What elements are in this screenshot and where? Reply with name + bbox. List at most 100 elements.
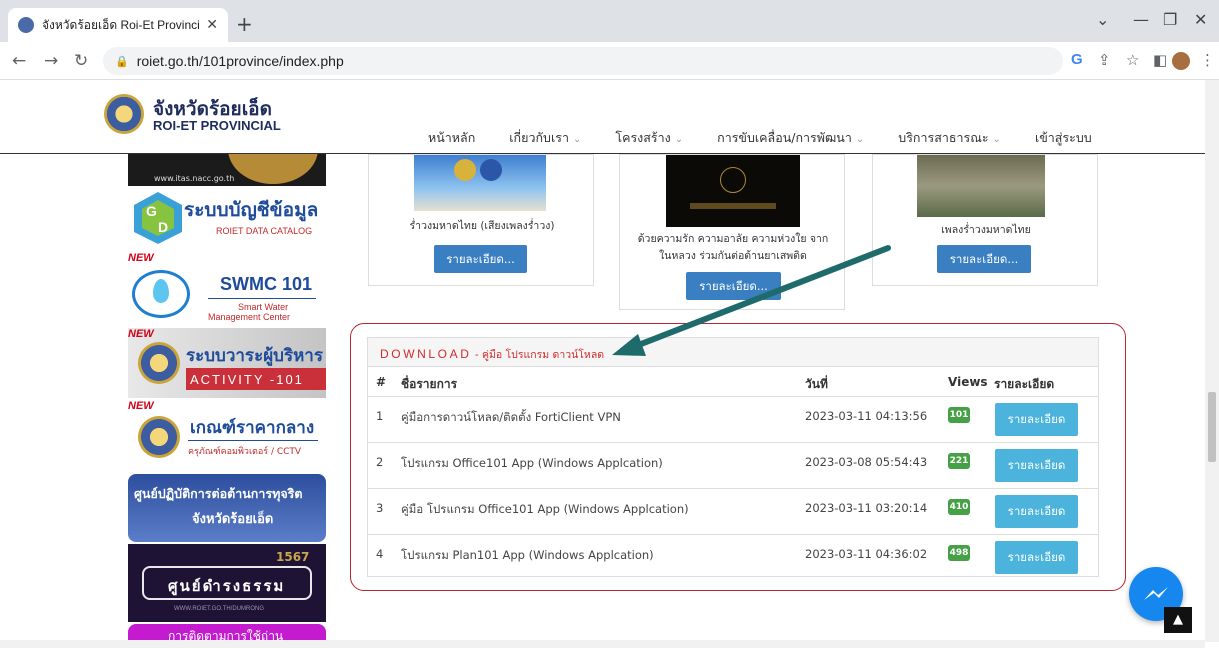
swmc-sub2: Management Center (208, 312, 291, 322)
gd-title: ระบบบัญชีข้อมูล (184, 199, 319, 221)
row-detail-button[interactable]: รายละเอียด (995, 541, 1078, 574)
scroll-to-top-button[interactable]: ▲ (1164, 607, 1192, 633)
chevron-down-icon: ⌄ (674, 134, 684, 145)
menu-label: เข้าสู่ระบบ (1034, 130, 1092, 145)
menu-label: บริการสาธารณะ (898, 130, 989, 145)
page-viewport: www.itas.nacc.go.th G D ระบบบัญชีข้อมูล … (0, 80, 1205, 642)
anti-title-1: ศูนย์ปฏิบัติการต่อต้านการทุจริต (134, 486, 303, 501)
dam-url: WWW.ROIET.GO.TH/DUMRONG (174, 606, 264, 612)
bookmark-star-icon[interactable]: ☆ (1126, 51, 1139, 69)
price-title: เกณฑ์ราคากลาง (190, 418, 315, 438)
row-num: 4 (376, 547, 384, 561)
lock-icon: 🔒 (115, 55, 129, 68)
row-date: 2023-03-11 03:20:14 (805, 501, 928, 515)
menu-item-home[interactable]: หน้าหลัก (428, 128, 475, 148)
download-heading-title: DOWNLOAD (380, 347, 472, 361)
card-detail-button[interactable]: รายละเอียด... (434, 245, 527, 273)
browser-tab-bar: จังหวัดร้อยเอ็ด Roi-Et Provincial ✕ + ⌄ … (0, 0, 1219, 42)
card-caption: ร่ำวงมหาดไทย (เสียงเพลงร่ำวง) (409, 220, 555, 232)
minimize-icon[interactable]: — (1133, 10, 1149, 29)
restore-icon[interactable]: ❐ (1163, 10, 1177, 29)
row-date: 2023-03-11 04:36:02 (805, 547, 928, 561)
data-catalog-banner[interactable]: G D ระบบบัญชีข้อมูล ROIET DATA CATALOG (128, 190, 326, 245)
swmc-sub1: Smart Water (238, 302, 289, 312)
menu-label: เกี่ยวกับเรา (509, 130, 569, 145)
vertical-scrollbar[interactable] (1205, 80, 1219, 642)
row-date: 2023-03-08 05:54:43 (805, 455, 928, 469)
menu-item-login[interactable]: เข้าสู่ระบบ (1035, 128, 1092, 148)
back-icon[interactable]: ← (12, 51, 26, 71)
anti-corruption-banner[interactable]: ศูนย์ปฏิบัติการต่อต้านการทุจริต จังหวัดร… (128, 474, 326, 542)
itas-banner[interactable]: www.itas.nacc.go.th (128, 154, 326, 186)
row-detail-button[interactable]: รายละเอียด (995, 403, 1078, 436)
download-panel: DOWNLOAD - คู่มือ โปรแกรม ดาวน์โหลด # ชื… (367, 337, 1099, 577)
close-tab-icon[interactable]: ✕ (206, 17, 218, 33)
province-seal-logo-icon[interactable] (104, 94, 144, 134)
horizontal-scrollbar[interactable] (0, 640, 1205, 648)
province-seal-icon (138, 342, 180, 384)
video-thumbnail[interactable] (414, 155, 546, 211)
col-date: วันที่ (805, 377, 828, 391)
gd-subtitle: ROIET DATA CATALOG (216, 226, 313, 236)
new-tag: NEW (128, 252, 154, 264)
main-menu: หน้าหลัก เกี่ยวกับเรา ⌄ โครงสร้าง ⌄ การขับ… (428, 128, 1126, 148)
table-row: 2 โปรแกรม Office101 App (Windows Applcat… (368, 442, 1098, 488)
new-tag: NEW (128, 328, 154, 340)
chevron-down-icon: ⌄ (992, 134, 1001, 145)
tab-title: จังหวัดร้อยเอ็ด Roi-Et Provincial (42, 17, 201, 32)
menu-item-about[interactable]: เกี่ยวกับเรา ⌄ (509, 128, 581, 148)
reload-icon[interactable]: ↻ (74, 51, 88, 71)
table-row: 1 คู่มือการดาวน์โหลด/ติดตั้ง FortiClient… (368, 396, 1098, 442)
row-num: 3 (376, 501, 384, 515)
new-tab-button[interactable]: + (236, 12, 253, 36)
browser-tab[interactable]: จังหวัดร้อยเอ็ด Roi-Et Provincial ✕ (8, 8, 228, 42)
row-detail-button[interactable]: รายละเอียด (995, 449, 1078, 482)
site-title-en[interactable]: ROI-ET PROVINCIAL (153, 118, 281, 133)
new-tag: NEW (128, 400, 154, 412)
table-row: 4 โปรแกรม Plan101 App (Windows Applcatio… (368, 534, 1098, 580)
col-detail: รายละเอียด (994, 377, 1055, 391)
profile-avatar[interactable] (1172, 52, 1190, 70)
row-name: คู่มือ โปรแกรม Office101 App (Windows Ap… (401, 502, 689, 516)
share-icon[interactable]: ⇪ (1098, 51, 1111, 69)
chevron-down-icon: ⌄ (855, 134, 865, 145)
views-badge: 221 (948, 453, 970, 469)
row-name: โปรแกรม Office101 App (Windows Applcatio… (401, 456, 663, 470)
tab-search-icon[interactable]: ⌄ (1096, 10, 1109, 29)
dumrong-banner[interactable]: 1567 ศูนย์ดำรงธรรม WWW.ROIET.GO.TH/DUMRO… (128, 544, 326, 622)
svg-text:D: D (158, 219, 168, 235)
row-detail-button[interactable]: รายละเอียด (995, 495, 1078, 528)
video-thumbnail[interactable] (666, 155, 800, 227)
forward-icon[interactable]: → (44, 51, 58, 71)
scrollbar-thumb[interactable] (1208, 392, 1216, 462)
ceo-agenda-banner[interactable]: NEW ระบบวาระผู้บริหาร ACTIVITY -101 (128, 328, 326, 398)
views-badge: 498 (948, 545, 970, 561)
water-drop-icon (132, 270, 190, 318)
province-seal-icon (138, 416, 180, 458)
download-heading-sub: - คู่มือ โปรแกรม ดาวน์โหลด (471, 349, 605, 361)
side-panel-icon[interactable]: ◧ (1153, 51, 1167, 69)
google-translate-icon[interactable]: G (1071, 51, 1083, 68)
card-detail-button[interactable]: รายละเอียด... (937, 245, 1031, 273)
row-name: โปรแกรม Plan101 App (Windows Applcation) (401, 548, 654, 562)
menu-item-structure[interactable]: โครงสร้าง ⌄ (615, 128, 683, 148)
views-badge: 101 (948, 407, 970, 423)
median-price-banner[interactable]: NEW เกณฑ์ราคากลาง ครุภัณฑ์คอมพิวเตอร์ / … (128, 400, 326, 470)
url-input[interactable]: 🔒 roiet.go.th/101province/index.php (103, 47, 1063, 75)
dam-hotline: 1567 (276, 550, 310, 564)
menu-label: หน้าหลัก (428, 130, 476, 145)
ceo-subtitle: ACTIVITY -101 (190, 372, 304, 387)
video-thumbnail[interactable] (917, 155, 1045, 217)
close-window-icon[interactable]: ✕ (1194, 10, 1207, 29)
swmc-banner[interactable]: NEW SWMC 101 Smart Water Management Cent… (128, 252, 326, 330)
chevron-down-icon: ⌄ (572, 134, 582, 145)
menu-label: โครงสร้าง (615, 130, 671, 145)
site-favicon-icon (18, 17, 34, 33)
menu-item-development[interactable]: การขับเคลื่อน/การพัฒนา ⌄ (717, 128, 864, 148)
menu-kebab-icon[interactable]: ⋮ (1200, 51, 1215, 69)
card-caption: เพลงร่ำวงมหาดไทย (941, 224, 1031, 236)
col-name: ชื่อรายการ (401, 377, 458, 391)
row-num: 2 (376, 455, 384, 469)
url-text: roiet.go.th/101province/index.php (136, 53, 344, 69)
menu-item-public-service[interactable]: บริการสาธารณะ ⌄ (898, 128, 1001, 148)
